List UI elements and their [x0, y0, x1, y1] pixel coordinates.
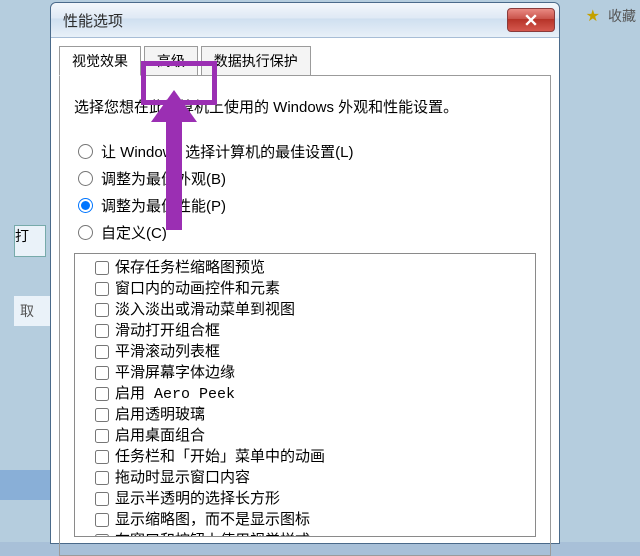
effect-label: 滑动打开组合框	[115, 322, 220, 342]
bg-strip	[0, 470, 50, 500]
performance-options-dialog: 性能选项 视觉效果 高级 数据执行保护 选择您想在此计算机上使用的 Window…	[50, 2, 560, 544]
effect-item[interactable]: 启用桌面组合	[95, 427, 529, 447]
effect-checkbox[interactable]	[95, 471, 109, 485]
radio-group: 让 Windows 选择计算机的最佳设置(L) 调整为最佳外观(B) 调整为最佳…	[78, 141, 536, 243]
effect-item[interactable]: 显示缩略图，而不是显示图标	[95, 511, 529, 531]
bg-button-2: 取	[14, 296, 50, 326]
effect-label: 任务栏和「开始」菜单中的动画	[115, 448, 325, 468]
effect-label: 淡入淡出或滑动菜单到视图	[115, 301, 295, 321]
effect-label: 保存任务栏缩略图预览	[115, 259, 265, 279]
effect-item[interactable]: 任务栏和「开始」菜单中的动画	[95, 448, 529, 468]
radio-input[interactable]	[78, 225, 93, 240]
tab-visual-effects[interactable]: 视觉效果	[59, 46, 141, 76]
panel-description: 选择您想在此计算机上使用的 Windows 外观和性能设置。	[74, 96, 536, 117]
radio-label: 调整为最佳外观(B)	[101, 168, 226, 189]
tab-dep[interactable]: 数据执行保护	[201, 46, 311, 75]
radio-label: 调整为最佳性能(P)	[101, 195, 226, 216]
effect-item[interactable]: 拖动时显示窗口内容	[95, 469, 529, 489]
effect-item[interactable]: 平滑滚动列表框	[95, 343, 529, 363]
effect-item[interactable]: 启用透明玻璃	[95, 406, 529, 426]
effect-item[interactable]: 保存任务栏缩略图预览	[95, 259, 529, 279]
window-title: 性能选项	[63, 10, 507, 31]
effect-label: 在窗口和按钮上使用视觉样式	[115, 532, 310, 537]
effect-item[interactable]: 启用 Aero Peek	[95, 385, 529, 405]
effect-label: 启用桌面组合	[115, 427, 205, 447]
effect-label: 窗口内的动画控件和元素	[115, 280, 280, 300]
effect-label: 启用透明玻璃	[115, 406, 205, 426]
effect-checkbox[interactable]	[95, 303, 109, 317]
radio-input[interactable]	[78, 171, 93, 186]
tab-advanced[interactable]: 高级	[144, 46, 198, 75]
radio-label: 让 Windows 选择计算机的最佳设置(L)	[101, 141, 354, 162]
effect-item[interactable]: 滑动打开组合框	[95, 322, 529, 342]
tab-strip: 视觉效果 高级 数据执行保护	[59, 45, 551, 76]
radio-best-performance[interactable]: 调整为最佳性能(P)	[78, 195, 536, 216]
effect-item[interactable]: 窗口内的动画控件和元素	[95, 280, 529, 300]
effect-label: 显示半透明的选择长方形	[115, 490, 280, 510]
effect-checkbox[interactable]	[95, 387, 109, 401]
visual-effects-panel: 选择您想在此计算机上使用的 Windows 外观和性能设置。 让 Windows…	[59, 76, 551, 556]
effect-checkbox[interactable]	[95, 345, 109, 359]
radio-input[interactable]	[78, 144, 93, 159]
effect-checkbox[interactable]	[95, 282, 109, 296]
effect-label: 启用 Aero Peek	[115, 385, 235, 405]
effect-checkbox[interactable]	[95, 429, 109, 443]
effect-label: 显示缩略图，而不是显示图标	[115, 511, 310, 531]
effect-checkbox[interactable]	[95, 261, 109, 275]
effect-checkbox[interactable]	[95, 492, 109, 506]
effect-label: 拖动时显示窗口内容	[115, 469, 250, 489]
close-button[interactable]	[507, 8, 555, 32]
effect-checkbox[interactable]	[95, 534, 109, 537]
effect-label: 平滑屏幕字体边缘	[115, 364, 235, 384]
effect-label: 平滑滚动列表框	[115, 343, 220, 363]
favorite-star-icon: ★	[586, 6, 600, 26]
effect-item[interactable]: 平滑屏幕字体边缘	[95, 364, 529, 384]
effect-checkbox[interactable]	[95, 450, 109, 464]
radio-best-appearance[interactable]: 调整为最佳外观(B)	[78, 168, 536, 189]
title-bar[interactable]: 性能选项	[51, 3, 559, 38]
close-icon	[525, 14, 537, 26]
radio-custom[interactable]: 自定义(C)	[78, 222, 536, 243]
radio-let-windows-choose[interactable]: 让 Windows 选择计算机的最佳设置(L)	[78, 141, 536, 162]
effects-listbox[interactable]: 保存任务栏缩略图预览窗口内的动画控件和元素淡入淡出或滑动菜单到视图滑动打开组合框…	[74, 253, 536, 537]
effect-item[interactable]: 显示半透明的选择长方形	[95, 490, 529, 510]
favorite-label: 收藏	[608, 6, 636, 26]
effect-checkbox[interactable]	[95, 324, 109, 338]
effect-checkbox[interactable]	[95, 366, 109, 380]
radio-input[interactable]	[78, 198, 93, 213]
effect-checkbox[interactable]	[95, 513, 109, 527]
radio-label: 自定义(C)	[101, 222, 167, 243]
bg-button-1: 打	[14, 225, 46, 257]
effect-checkbox[interactable]	[95, 408, 109, 422]
effect-item[interactable]: 淡入淡出或滑动菜单到视图	[95, 301, 529, 321]
effect-item[interactable]: 在窗口和按钮上使用视觉样式	[95, 532, 529, 537]
